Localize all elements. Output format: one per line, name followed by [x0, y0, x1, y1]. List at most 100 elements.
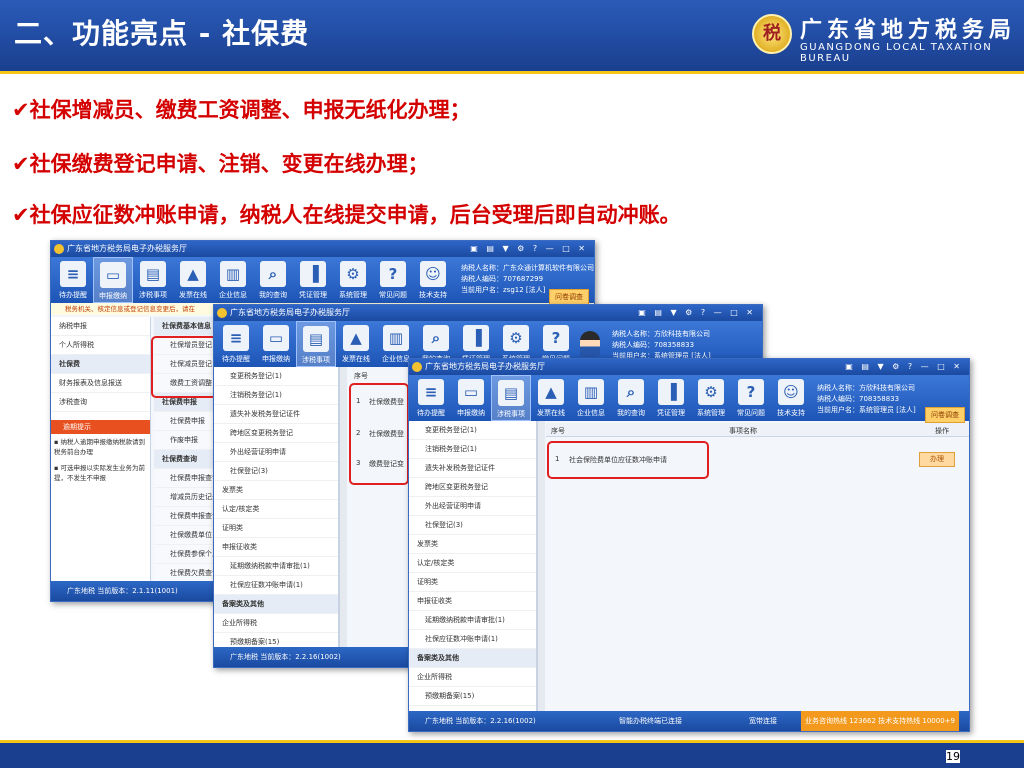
ribbon-company[interactable]: ▥ 企业信息 [571, 375, 611, 421]
tree-item[interactable]: 遗失补发税务登记证件 [409, 459, 536, 478]
handle-button[interactable]: 办理 [919, 452, 955, 467]
ribbon-label: 待办提醒 [417, 409, 445, 417]
ribbon-invoice[interactable]: ▲ 发票在线 [336, 321, 376, 367]
tree-item[interactable]: 跨地区变更税务登记 [214, 424, 338, 443]
highlight-box [349, 383, 409, 485]
help-icon: ? [738, 379, 764, 405]
tree-item[interactable]: 社保登记(3) [409, 516, 536, 535]
ribbon-label: 常见问题 [737, 409, 765, 417]
ribbon-tax-matters[interactable]: ▤ 涉税事项 [296, 321, 336, 367]
menu-item[interactable]: 作废申报 [154, 431, 216, 450]
side-item[interactable]: 财务报表及信息报送 [51, 374, 150, 393]
scrollbar[interactable] [537, 421, 545, 713]
tree-item[interactable]: 延期缴纳税款申请审批(1) [214, 557, 338, 576]
ribbon-support[interactable]: ☺ 技术支持 [413, 257, 453, 303]
ribbon-label: 企业信息 [219, 291, 247, 299]
ribbon-support[interactable]: ☺ 技术支持 [771, 375, 811, 421]
tree-item[interactable]: 外出经营证明申请 [214, 443, 338, 462]
survey-button[interactable]: 问卷调查 [549, 289, 589, 305]
ribbon-invoice[interactable]: ▲ 发票在线 [531, 375, 571, 421]
side-item[interactable]: 纳税申报 [51, 317, 150, 336]
task-tree: 变更税务登记(1) 注销税务登记(1) 遗失补发税务登记证件 跨地区变更税务登记… [214, 367, 339, 652]
bullet-point: ✔社保缴费登记申请、注销、变更在线办理； [12, 152, 429, 176]
gear-icon: ⚙ [698, 379, 724, 405]
menu-item[interactable]: 增减员历史记录 [154, 488, 216, 507]
window-controls[interactable]: ▣ ▤ ▼ ⚙ ? — □ ✕ [470, 241, 588, 257]
ribbon-system[interactable]: ⚙ 系统管理 [333, 257, 373, 303]
clipboard-icon: ≡ [418, 379, 444, 405]
tree-group[interactable]: 企业所得税 [214, 614, 338, 633]
tree-item[interactable]: 变更税务登记(1) [214, 367, 338, 386]
menu-item[interactable]: 社保缴费单位 [154, 526, 216, 545]
ribbon-label: 待办提醒 [59, 291, 87, 299]
ribbon-voucher[interactable]: ▐ 凭证管理 [293, 257, 333, 303]
tree-group[interactable]: 申报征收类 [409, 592, 536, 611]
window-controls[interactable]: ▣ ▤ ▼ ⚙ ? — □ ✕ [845, 359, 963, 375]
tree-item[interactable]: 预缴期备案(15) [409, 687, 536, 706]
ribbon-voucher[interactable]: ▐ 凭证管理 [651, 375, 691, 421]
window-controls[interactable]: ▣ ▤ ▼ ⚙ ? — □ ✕ [638, 305, 756, 321]
ribbon-tax-matters[interactable]: ▤ 涉税事项 [491, 375, 531, 421]
side-item-selected[interactable]: 社保费 [51, 355, 150, 374]
status-bar: 广东地税 当前版本：2.2.16(1002) 智能办税终端已连接 宽带连接 业务… [409, 711, 969, 731]
ribbon-query[interactable]: ⌕ 我的查询 [253, 257, 293, 303]
slide-title: 二、功能亮点 - 社保费 [14, 17, 310, 50]
tree-group[interactable]: 证明类 [214, 519, 338, 538]
building-icon: ▥ [383, 325, 409, 351]
tree-item[interactable]: 社保应征数冲账申请(1) [409, 630, 536, 649]
building-icon: ▥ [220, 261, 246, 287]
ribbon-declare[interactable]: ▭ 申报缴纳 [451, 375, 491, 421]
side-item[interactable]: 个人所得税 [51, 336, 150, 355]
menu-item[interactable]: 社保费申报 [154, 412, 216, 431]
ribbon-faq[interactable]: ? 常见问题 [373, 257, 413, 303]
form-icon: ▤ [303, 326, 329, 352]
tree-group[interactable]: 发票类 [214, 481, 338, 500]
group-title: 社保费基本信息 [154, 317, 216, 336]
tree-group[interactable]: 发票类 [409, 535, 536, 554]
ribbon-tax-matters[interactable]: ▤ 涉税事项 [133, 257, 173, 303]
page-number: 19 [946, 750, 960, 763]
ribbon-todo[interactable]: ≡ 待办提醒 [53, 257, 93, 303]
tree-group[interactable]: 备案类及其他 [214, 595, 338, 614]
tree-item[interactable]: 外出经营证明申请 [409, 497, 536, 516]
ribbon-company[interactable]: ▥ 企业信息 [213, 257, 253, 303]
tree-item[interactable]: 注销税务登记(1) [214, 386, 338, 405]
tree-group[interactable]: 证明类 [409, 573, 536, 592]
network-status: 宽带连接 [749, 717, 777, 725]
title-bar: 广东省地方税务局电子办税服务厅 ▣ ▤ ▼ ⚙ ? — □ ✕ [409, 359, 969, 375]
highlight-box [547, 441, 709, 479]
tree-group[interactable]: 备案类及其他 [409, 649, 536, 668]
ribbon-system[interactable]: ⚙ 系统管理 [691, 375, 731, 421]
highlight-box [151, 336, 217, 398]
bullet-point: ✔社保增减员、缴费工资调整、申报无纸化办理； [12, 98, 471, 122]
gear-icon: ⚙ [340, 261, 366, 287]
tree-item[interactable]: 注销税务登记(1) [409, 440, 536, 459]
menu-item[interactable]: 社保费申报查询 [154, 469, 216, 488]
tree-group[interactable]: 申报征收类 [214, 538, 338, 557]
tree-item[interactable]: 社保登记(3) [214, 462, 338, 481]
menu-item[interactable]: 社保费申报查询 [154, 507, 216, 526]
side-item[interactable]: 涉税查询 [51, 393, 150, 412]
tree-group[interactable]: 认定/核定类 [214, 500, 338, 519]
tree-item[interactable]: 遗失补发税务登记证件 [214, 405, 338, 424]
ribbon-label: 申报缴纳 [99, 292, 127, 300]
books-icon: ▐ [658, 379, 684, 405]
column-header: 序号 [354, 372, 368, 380]
ribbon-todo[interactable]: ≡ 待办提醒 [216, 321, 256, 367]
ribbon-faq[interactable]: ? 常见问题 [731, 375, 771, 421]
menu-item[interactable]: 社保费参保个人 [154, 545, 216, 564]
window-title: 广东省地方税务局电子办税服务厅 [425, 362, 545, 371]
scrollbar[interactable] [339, 367, 347, 649]
tree-item[interactable]: 延期缴纳税款申请审批(1) [409, 611, 536, 630]
tree-item[interactable]: 社保应征数冲账申请(1) [214, 576, 338, 595]
ribbon-todo[interactable]: ≡ 待办提醒 [411, 375, 451, 421]
tree-group[interactable]: 认定/核定类 [409, 554, 536, 573]
tree-item[interactable]: 跨地区变更税务登记 [409, 478, 536, 497]
tree-item[interactable]: 变更税务登记(1) [409, 421, 536, 440]
tree-group[interactable]: 企业所得税 [409, 668, 536, 687]
survey-button[interactable]: 问卷调查 [925, 407, 965, 423]
ribbon-declare[interactable]: ▭ 申报缴纳 [93, 257, 133, 303]
ribbon-invoice[interactable]: ▲ 发票在线 [173, 257, 213, 303]
ribbon-declare[interactable]: ▭ 申报缴纳 [256, 321, 296, 367]
ribbon-query[interactable]: ⌕ 我的查询 [611, 375, 651, 421]
